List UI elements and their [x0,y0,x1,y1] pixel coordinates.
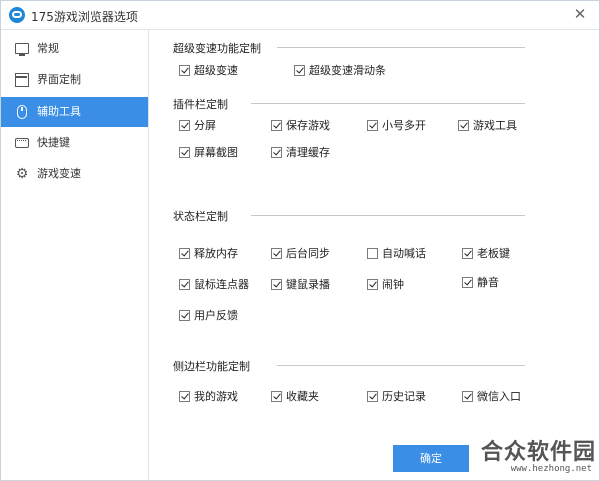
sidebar: 常规 界面定制 辅助工具 快捷键 ⚙ 游戏变速 [1,30,149,480]
gear-icon: ⚙ [15,166,29,182]
checkbox-box [271,147,282,158]
checkbox-box [367,248,378,259]
sidebar-item-tools[interactable]: 辅助工具 [1,97,148,127]
checkbox-label: 自动喊话 [382,247,426,260]
checkbox-label: 微信入口 [477,390,521,403]
settings-content: 超级变速功能定制 超级变速 超级变速滑动条 插件栏定制 分屏 保存游戏 小号多开… [149,30,599,480]
checkbox-box [367,120,378,131]
window-title: 175游戏浏览器选项 [31,10,138,24]
section-title-status: 状态栏定制 [173,210,228,223]
section-divider [277,47,525,48]
title-bar: 175游戏浏览器选项 ✕ [1,1,599,30]
sidebar-item-label: 界面定制 [37,73,81,86]
section-title-speed: 超级变速功能定制 [173,42,261,55]
checkbox-box [367,391,378,402]
checkbox-label: 闹钟 [382,278,404,291]
checkbox-label: 鼠标连点器 [194,278,249,291]
monitor-icon [15,43,29,56]
checkbox-box [271,279,282,290]
close-button[interactable]: ✕ [571,5,589,23]
mouse-icon [17,105,27,119]
window-icon [15,73,29,87]
section-title-plugin: 插件栏定制 [173,98,228,111]
section-divider [277,365,525,366]
checkbox-label: 历史记录 [382,390,426,403]
checkbox-box [179,310,190,321]
checkbox-label: 游戏工具 [473,119,517,132]
sidebar-item-general[interactable]: 常规 [1,34,148,64]
sidebar-item-shortcuts[interactable]: 快捷键 [1,128,148,158]
checkbox-box [462,277,473,288]
ok-button[interactable]: 确定 [393,445,469,472]
checkbox-label: 老板键 [477,247,510,260]
checkbox-box [294,65,305,76]
sidebar-item-ui-custom[interactable]: 界面定制 [1,65,148,95]
sidebar-item-label: 游戏变速 [37,167,81,180]
checkbox-label: 小号多开 [382,119,426,132]
sidebar-item-game-speed[interactable]: ⚙ 游戏变速 [1,159,148,189]
checkbox-label: 收藏夹 [286,390,319,403]
checkbox-box [367,279,378,290]
checkbox-box [179,279,190,290]
checkbox-box [179,120,190,131]
checkbox-label: 键鼠录播 [286,278,330,291]
checkbox-label: 释放内存 [194,247,238,260]
checkbox-label: 静音 [477,276,499,289]
checkbox-box [179,147,190,158]
checkbox-box [271,120,282,131]
section-title-sidebar: 侧边栏功能定制 [173,360,250,373]
checkbox-box [271,248,282,259]
checkbox-box [458,120,469,131]
checkbox-label: 分屏 [194,119,216,132]
section-divider [251,215,525,216]
keyboard-icon [15,138,29,148]
app-logo-icon [9,7,25,23]
checkbox-label: 用户反馈 [194,309,238,322]
checkbox-label: 超级变速 [194,64,238,77]
checkbox-label: 后台同步 [286,247,330,260]
close-icon: ✕ [573,5,587,23]
checkbox-label: 屏幕截图 [194,146,238,159]
section-divider [251,103,525,104]
checkbox-label: 我的游戏 [194,390,238,403]
checkbox-box [179,391,190,402]
sidebar-item-label: 辅助工具 [37,105,81,118]
sidebar-item-label: 快捷键 [37,136,70,149]
checkbox-box [271,391,282,402]
checkbox-label: 保存游戏 [286,119,330,132]
checkbox-label: 清理缓存 [286,146,330,159]
checkbox-box [179,65,190,76]
checkbox-box [179,248,190,259]
checkbox-box [462,391,473,402]
checkbox-box [462,248,473,259]
options-window: 175游戏浏览器选项 ✕ 常规 界面定制 辅助工具 快捷键 ⚙ 游戏变速 超级变… [0,0,600,481]
sidebar-item-label: 常规 [37,42,59,55]
checkbox-label: 超级变速滑动条 [309,64,386,77]
